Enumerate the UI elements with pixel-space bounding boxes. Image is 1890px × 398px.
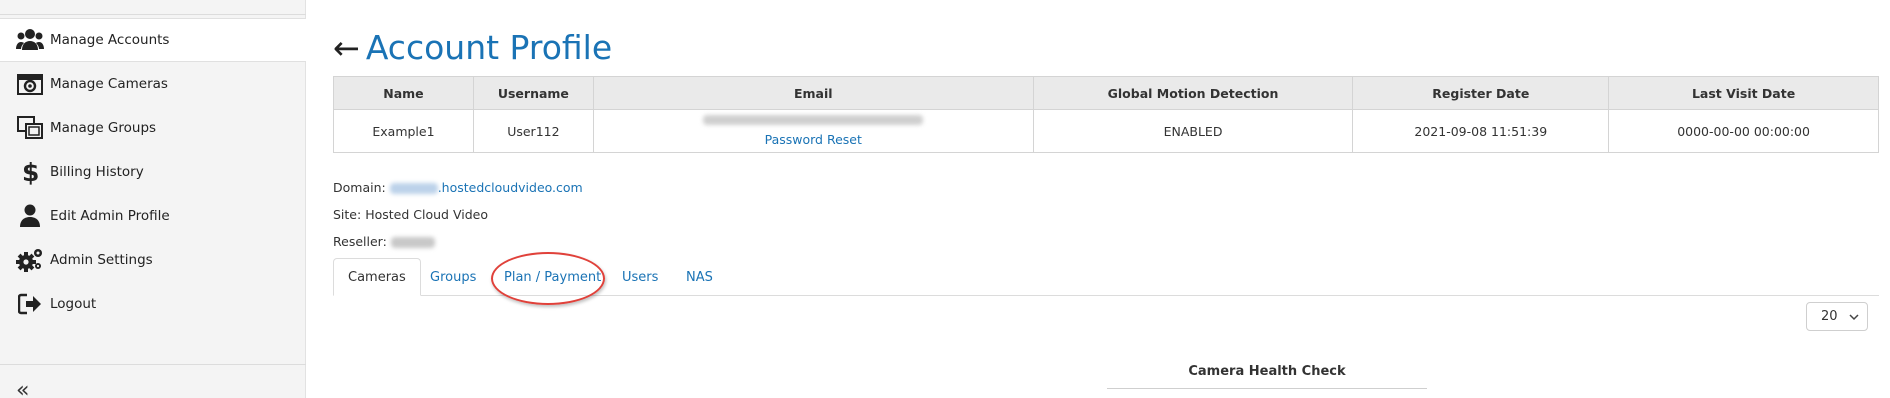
cell-email: Password Reset	[592, 109, 1034, 153]
site-info: Site: Hosted Cloud Video	[333, 207, 488, 222]
sidebar-item-label: Billing History	[50, 164, 144, 180]
sidebar-item-label: Edit Admin Profile	[50, 208, 170, 224]
sidebar-divider	[0, 14, 306, 15]
users-icon	[15, 25, 45, 55]
reseller-label: Reseller:	[333, 234, 387, 249]
account-profile-table: Name Username Email Global Motion Detect…	[333, 76, 1879, 153]
redacted-subdomain	[389, 183, 438, 194]
sidebar: Manage Accounts Manage Cameras Manage Gr…	[0, 0, 306, 398]
dollar-icon: $	[15, 157, 45, 187]
sidebar-item-label: Admin Settings	[50, 252, 153, 268]
page-title: ← Account Profile	[333, 28, 612, 67]
sidebar-item-admin-settings[interactable]: Admin Settings	[0, 238, 306, 282]
page-size-value: 20	[1821, 309, 1838, 324]
reseller-info: Reseller:	[333, 234, 435, 249]
tab-users[interactable]: Users	[608, 258, 672, 296]
domain-info: Domain: .hostedcloudvideo.com	[333, 180, 583, 195]
sidebar-item-label: Manage Cameras	[50, 76, 168, 92]
sidebar-item-label: Manage Accounts	[50, 32, 170, 48]
column-header-last-visit-date: Last Visit Date	[1608, 76, 1879, 110]
redacted-email	[703, 115, 924, 125]
tab-groups[interactable]: Groups	[416, 258, 490, 296]
tab-plan-payment[interactable]: Plan / Payment	[490, 258, 615, 296]
camera-icon	[15, 69, 45, 99]
column-header-email: Email	[592, 76, 1034, 110]
logout-icon	[15, 289, 45, 319]
sidebar-item-billing-history[interactable]: $ Billing History	[0, 150, 306, 194]
sidebar-item-manage-cameras[interactable]: Manage Cameras	[0, 62, 306, 106]
password-reset-link[interactable]: Password Reset	[765, 132, 862, 147]
user-icon	[15, 201, 45, 231]
domain-label: Domain:	[333, 180, 386, 195]
column-header-name: Name	[333, 76, 474, 110]
tab-nas[interactable]: NAS	[672, 258, 727, 296]
sidebar-item-edit-admin-profile[interactable]: Edit Admin Profile	[0, 194, 306, 238]
sidebar-item-manage-accounts[interactable]: Manage Accounts	[0, 18, 306, 62]
cell-name: Example1	[333, 109, 474, 153]
site-value: Hosted Cloud Video	[365, 207, 488, 222]
domain-link[interactable]: .hostedcloudvideo.com	[438, 180, 583, 195]
column-header-username: Username	[472, 76, 594, 110]
page-title-text: Account Profile	[365, 28, 613, 67]
sidebar-item-logout[interactable]: Logout	[0, 282, 306, 326]
cell-register-date: 2021-09-08 11:51:39	[1352, 109, 1610, 153]
back-arrow-icon[interactable]: ←	[333, 29, 360, 67]
camera-health-divider	[1107, 388, 1427, 389]
column-header-motion-detection: Global Motion Detection	[1032, 76, 1354, 110]
sidebar-item-manage-groups[interactable]: Manage Groups	[0, 106, 306, 150]
collapse-sidebar-button[interactable]: «	[16, 380, 29, 398]
gears-icon	[15, 245, 45, 275]
sidebar-item-label: Manage Groups	[50, 120, 157, 136]
page-size-select[interactable]: 20	[1806, 302, 1868, 331]
site-label: Site:	[333, 207, 362, 222]
redacted-reseller	[390, 237, 435, 248]
cell-motion-detection-status: ENABLED	[1032, 109, 1354, 153]
chevron-down-icon	[1849, 311, 1859, 326]
svg-text:$: $	[22, 159, 39, 185]
tab-cameras[interactable]: Cameras	[333, 258, 421, 296]
table-row: Example1 User112 Password Reset ENABLED …	[333, 109, 1879, 153]
sidebar-item-label: Logout	[50, 296, 97, 312]
sidebar-divider	[0, 364, 306, 365]
cell-last-visit-date: 0000-00-00 00:00:00	[1608, 109, 1879, 153]
camera-health-title: Camera Health Check	[1188, 364, 1346, 379]
cell-username: User112	[472, 109, 594, 153]
column-header-register-date: Register Date	[1352, 76, 1610, 110]
groups-icon	[15, 113, 45, 143]
table-header-row: Name Username Email Global Motion Detect…	[333, 76, 1879, 110]
